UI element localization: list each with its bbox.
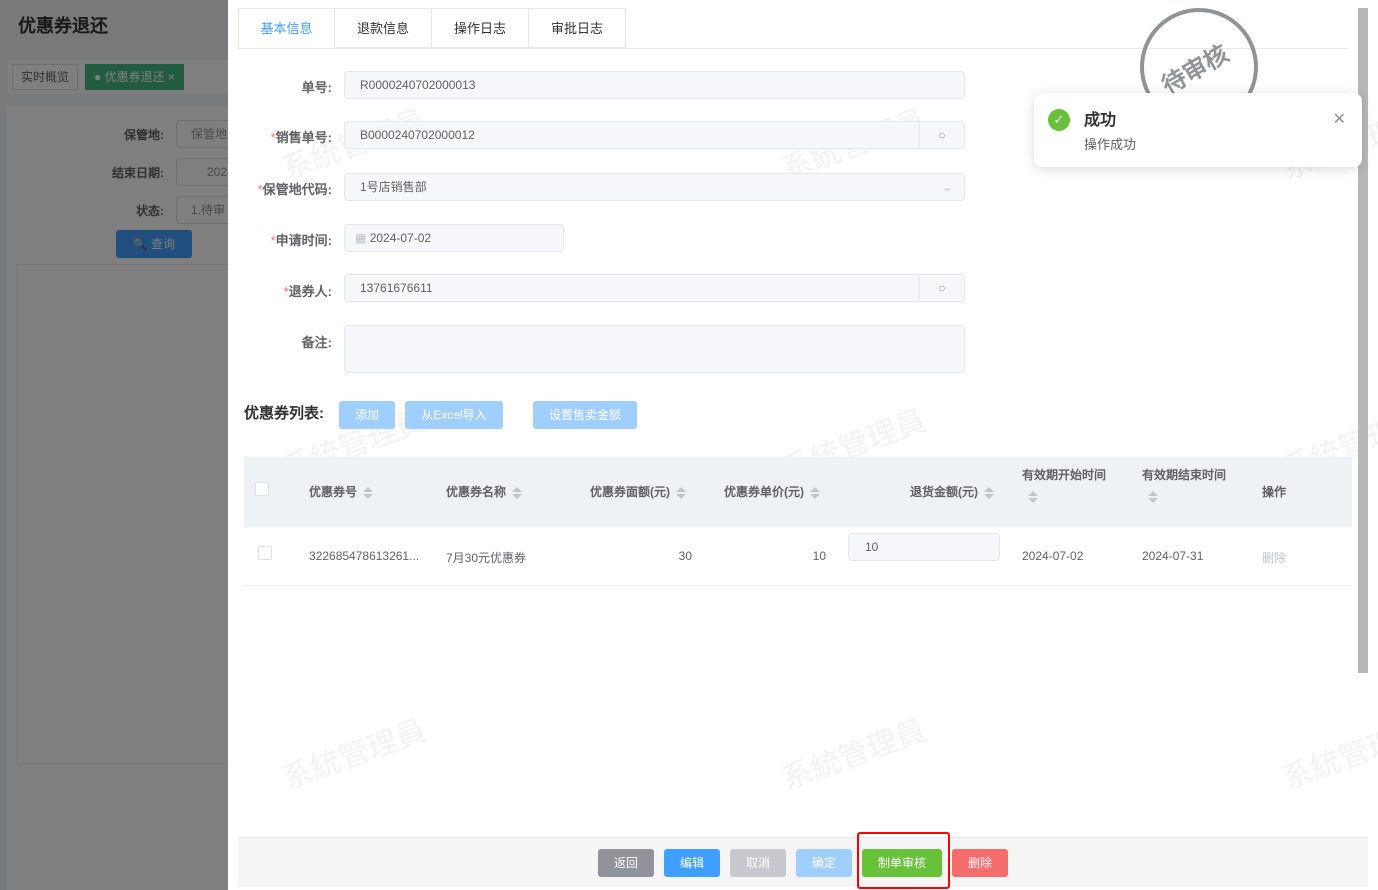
- end-date-cell: 2024-07-31: [1142, 549, 1204, 563]
- tab-approval-log[interactable]: 审批日志: [529, 8, 626, 48]
- sale-no-label: *销售单号:: [270, 130, 332, 145]
- column-header[interactable]: 有效期结束时间: [1142, 466, 1226, 503]
- notification-title: 成功: [1084, 112, 1117, 129]
- tab-basic-info[interactable]: 基本信息: [238, 8, 335, 48]
- cancel-button[interactable]: 取消: [730, 849, 786, 877]
- sort-icon: [1148, 491, 1158, 503]
- column-header[interactable]: 优惠券面额(元): [590, 483, 686, 500]
- remark-label: 备注:: [301, 335, 332, 350]
- import-excel-button[interactable]: 从Excel导入: [405, 401, 503, 429]
- row-checkbox[interactable]: [258, 546, 272, 560]
- column-header[interactable]: 退货金额(元): [910, 483, 994, 500]
- sort-icon: [1028, 491, 1038, 503]
- unit-price-cell: 10: [812, 549, 826, 563]
- confirm-button[interactable]: 确定: [796, 849, 852, 877]
- detail-drawer: 系統管理員 系統管理員 系統管理員 系統管理員 系統管理員 系統管理員 系統管理…: [228, 0, 1378, 890]
- order-no-label: 单号:: [301, 80, 332, 95]
- back-button[interactable]: 返回: [598, 849, 654, 877]
- success-check-icon: ✓: [1048, 109, 1070, 131]
- apply-time-input[interactable]: ▦ 2024-07-02: [344, 224, 564, 252]
- column-header: 操作: [1262, 485, 1287, 499]
- sort-icon: [810, 486, 820, 499]
- sort-icon: [512, 486, 523, 499]
- success-notification: ✓ 成功 操作成功 ✕: [1034, 93, 1362, 167]
- location-value: 1号店销售部: [360, 180, 427, 194]
- remark-textarea[interactable]: [344, 325, 965, 373]
- refunder-input[interactable]: 13761676611 ○: [344, 274, 965, 302]
- coupon-no-cell: 322685478613261...: [309, 549, 420, 563]
- watermark: 系統管理員: [278, 714, 431, 797]
- watermark: 系統管理員: [1278, 714, 1378, 797]
- apply-time-label: *申请时间:: [270, 233, 332, 248]
- start-date-cell: 2024-07-02: [1022, 549, 1084, 563]
- sort-icon: [676, 486, 686, 499]
- stamp-text: 待审核: [1157, 40, 1234, 100]
- sort-icon: [363, 486, 374, 499]
- close-icon[interactable]: ✕: [1333, 109, 1346, 129]
- column-header[interactable]: 优惠券单价(元): [724, 483, 820, 500]
- watermark: 系統管理員: [778, 714, 931, 797]
- tab-refund-info[interactable]: 退款信息: [335, 8, 432, 48]
- refunder-value: 13761676611: [360, 281, 433, 295]
- tab-operation-log[interactable]: 操作日志: [432, 8, 529, 48]
- location-label: *保管地代码:: [257, 182, 332, 197]
- delete-row-link[interactable]: 删除: [1262, 549, 1286, 566]
- search-icon[interactable]: ○: [919, 122, 964, 148]
- order-no-input[interactable]: R0000240702000013: [344, 71, 965, 99]
- add-button[interactable]: 添加: [339, 401, 395, 429]
- edit-button[interactable]: 编辑: [664, 849, 720, 877]
- column-header[interactable]: 优惠券名称: [446, 483, 523, 500]
- coupon-list-label: 优惠券列表:: [244, 405, 324, 422]
- sort-icon: [984, 486, 994, 499]
- notification-message: 操作成功: [1084, 137, 1137, 152]
- sale-no-input[interactable]: B0000240702000012 ○: [344, 121, 965, 149]
- column-header[interactable]: 有效期开始时间: [1022, 466, 1106, 503]
- apply-time-value: 2024-07-02: [369, 231, 432, 245]
- face-value-cell: 30: [678, 549, 692, 563]
- footer-bar: 返回 编辑 取消 确定 制单审核 删除: [238, 832, 1368, 889]
- refunder-label: *退券人:: [283, 284, 332, 299]
- select-all-checkbox[interactable]: [255, 482, 269, 496]
- location-select[interactable]: 1号店销售部 ⌄: [344, 173, 965, 201]
- refund-amount-input[interactable]: 10: [848, 533, 1000, 561]
- sale-no-value: B0000240702000012: [360, 128, 475, 142]
- column-header[interactable]: 优惠券号: [309, 483, 374, 500]
- coupon-name-cell: 7月30元优惠券: [446, 551, 527, 565]
- submit-review-button[interactable]: 制单审核: [862, 849, 942, 877]
- calendar-icon: ▦: [355, 231, 367, 245]
- set-sale-amount-button[interactable]: 设置售卖金额: [533, 401, 637, 429]
- chevron-down-icon: ⌄: [941, 180, 952, 194]
- search-icon[interactable]: ○: [919, 275, 964, 301]
- delete-button[interactable]: 删除: [952, 849, 1008, 877]
